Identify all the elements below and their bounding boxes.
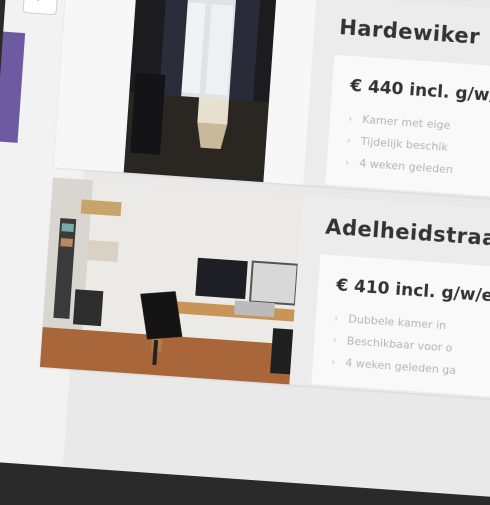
- chevron-right-icon: ›: [333, 311, 339, 325]
- listing-info: Adelheidstraa € 410 incl. g/w/e › Dubbele…: [289, 194, 490, 405]
- chevron-icon: ✓: [34, 0, 47, 7]
- listing-card[interactable]: Adelheidstraa € 410 incl. g/w/e › Dubbele…: [39, 177, 490, 405]
- room-photo-image: [39, 177, 333, 387]
- listing-title[interactable]: Hardewiker: [339, 15, 481, 49]
- feature-item: › Tijdelijk beschik: [346, 133, 449, 154]
- listing-title[interactable]: Adelheidstraa: [325, 215, 490, 251]
- listing-details: € 440 incl. g/w/ › Kamer met eige › Tijdel…: [325, 54, 490, 206]
- feature-item: › Kamer met eige: [347, 111, 451, 133]
- listing-price: € 410 incl. g/w/e: [335, 275, 490, 307]
- listing-page: ✓ Hardewiker: [0, 0, 490, 500]
- listing-details: € 410 incl. g/w/e › Dubbele kamer in › Bes…: [311, 254, 490, 405]
- feature-list: › Dubbele kamer in › Beschikbaar voor o › 4…: [330, 311, 460, 386]
- chevron-right-icon: ›: [344, 155, 350, 170]
- chevron-right-icon: ›: [347, 111, 353, 126]
- page-background: ✓ Hardewiker: [0, 0, 490, 500]
- listing-card[interactable]: Hardewiker € 440 incl. g/w/ › Kamer met e…: [53, 0, 490, 206]
- listing-photo[interactable]: [123, 0, 277, 183]
- filter-button[interactable]: ✓: [22, 0, 59, 16]
- room-photo-image: [123, 0, 277, 183]
- feature-item: › 4 weken geleden ga: [330, 355, 457, 378]
- feature-item: › 4 weken geleden: [344, 155, 454, 177]
- listing-info: Hardewiker € 440 incl. g/w/ › Kamer met e…: [303, 0, 490, 206]
- listing-price: € 440 incl. g/w/: [349, 75, 490, 107]
- chevron-right-icon: ›: [346, 133, 352, 148]
- feature-item: › Dubbele kamer in: [333, 311, 447, 333]
- chevron-right-icon: ›: [332, 333, 338, 347]
- listing-photo[interactable]: [39, 177, 333, 387]
- feature-item: › Beschikbaar voor o: [332, 333, 453, 355]
- side-accent: [0, 31, 26, 143]
- feature-list: › Kamer met eige › Tijdelijk beschik › 4 we…: [344, 112, 457, 185]
- chevron-right-icon: ›: [330, 355, 336, 369]
